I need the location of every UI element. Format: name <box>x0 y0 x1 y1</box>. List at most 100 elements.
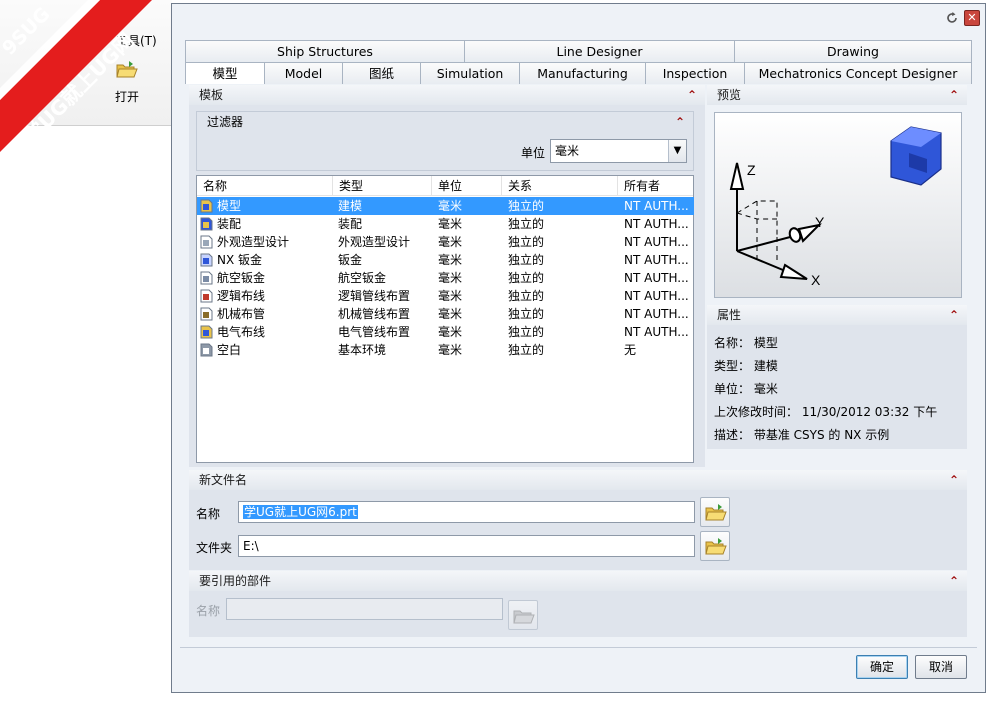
row-cell-name: 模型 <box>217 199 242 213</box>
row-cell-relation: 独立的 <box>508 217 545 231</box>
row-cell-type: 逻辑管线布置 <box>338 289 411 303</box>
open-folder-icon <box>705 504 727 521</box>
blank-icon <box>200 343 213 357</box>
browse-name-button[interactable] <box>700 497 730 527</box>
table-row[interactable]: 空白 基本环境 毫米 独立的 无 <box>197 341 694 359</box>
axis-x-label: X <box>811 272 821 288</box>
row-cell-owner: NT AUTH... <box>624 217 689 231</box>
row-cell-type: 外观造型设计 <box>338 235 411 249</box>
prop-description: 描述： 带基准 CSYS 的 NX 示例 <box>714 428 890 442</box>
row-cell-unit: 毫米 <box>438 289 463 303</box>
table-row[interactable]: 航空钣金 航空钣金 毫米 独立的 NT AUTH... <box>197 269 694 287</box>
collapse-chevron-icon[interactable]: ⌃ <box>949 85 959 105</box>
row-cell-name: NX 钣金 <box>217 253 263 267</box>
filter-group: 过滤器 ⌃ 单位 毫米 ▼ <box>196 111 694 171</box>
table-row[interactable]: NX 钣金 钣金 毫米 独立的 NT AUTH... <box>197 251 694 269</box>
tab-model[interactable]: Model <box>264 62 343 84</box>
row-cell-owner: NT AUTH... <box>624 199 689 213</box>
logical-routing-icon <box>200 289 213 303</box>
row-cell-unit: 毫米 <box>438 217 463 231</box>
table-row[interactable]: 逻辑布线 逻辑管线布置 毫米 独立的 NT AUTH... <box>197 287 694 305</box>
templates-title: 模板 <box>199 88 224 102</box>
tab-manufacturing[interactable]: Manufacturing <box>519 62 646 84</box>
assembly-icon <box>200 217 213 231</box>
csys-axes <box>729 162 823 280</box>
row-cell-relation: 独立的 <box>508 199 545 213</box>
folder-value: E:\ <box>243 539 259 553</box>
row-cell-owner: NT AUTH... <box>624 235 689 249</box>
mechanical-routing-icon <box>200 307 213 321</box>
filter-title: 过滤器 <box>207 115 244 129</box>
collapse-chevron-icon[interactable]: ⌃ <box>949 470 959 490</box>
row-cell-relation: 独立的 <box>508 343 545 357</box>
table-row[interactable]: 外观造型设计 外观造型设计 毫米 独立的 NT AUTH... <box>197 233 694 251</box>
collapse-chevron-icon[interactable]: ⌃ <box>675 112 685 132</box>
referenced-name-input <box>226 598 503 620</box>
column-header-type[interactable]: 类型 <box>333 176 432 196</box>
row-cell-owner: NT AUTH... <box>624 307 689 321</box>
folder-label: 文件夹 <box>196 541 233 555</box>
tab-ship-structures[interactable]: Ship Structures <box>185 40 465 62</box>
row-cell-name: 外观造型设计 <box>217 235 290 249</box>
ok-button[interactable]: 确定 <box>856 655 908 679</box>
collapse-chevron-icon[interactable]: ⌃ <box>949 305 959 325</box>
row-cell-unit: 毫米 <box>438 343 463 357</box>
tab-line-designer[interactable]: Line Designer <box>464 40 735 62</box>
shape-studio-icon <box>200 235 213 249</box>
templates-header[interactable]: 模板 ⌃ <box>189 85 705 105</box>
csys-preview-graphic: Z Y X <box>729 126 942 288</box>
file-name-input[interactable]: 学UG就上UG网6.prt <box>238 501 695 523</box>
collapse-chevron-icon[interactable]: ⌃ <box>949 571 959 591</box>
row-cell-unit: 毫米 <box>438 199 463 213</box>
model-icon <box>200 199 213 213</box>
preview-image: Z Y X <box>714 112 962 298</box>
row-cell-owner: NT AUTH... <box>624 253 689 267</box>
template-list[interactable]: 名称 类型 单位 关系 所有者 模型 建模 毫米 独立的 NT AUTH... 装配 装配毫… <box>196 175 694 463</box>
table-row[interactable]: 机械布管 机械管线布置 毫米 独立的 NT AUTH... <box>197 305 694 323</box>
new-file-title: 新文件名 <box>199 473 248 487</box>
browse-referenced-button <box>508 600 538 630</box>
row-cell-name: 装配 <box>217 217 242 231</box>
tab-inspection[interactable]: Inspection <box>645 62 745 84</box>
unit-select[interactable]: 毫米 ▼ <box>550 139 687 163</box>
row-cell-relation: 独立的 <box>508 235 545 249</box>
preview-title: 预览 <box>717 88 742 102</box>
sheet-metal-icon <box>200 253 213 267</box>
column-header-relation[interactable]: 关系 <box>502 176 618 196</box>
chevron-down-icon[interactable]: ▼ <box>668 140 686 162</box>
row-cell-name: 机械布管 <box>217 307 266 321</box>
tab-simulation[interactable]: Simulation <box>420 62 520 84</box>
table-row[interactable]: 装配 装配 毫米 独立的 NT AUTH... <box>197 215 694 233</box>
filter-header[interactable]: 过滤器 ⌃ <box>197 112 693 132</box>
tab-mechatronics[interactable]: Mechatronics Concept Designer <box>744 62 972 84</box>
column-header-owner[interactable]: 所有者 <box>618 176 694 196</box>
aero-sheet-metal-icon <box>200 271 213 285</box>
row-cell-type: 航空钣金 <box>338 271 387 285</box>
row-cell-type: 电气管线布置 <box>338 325 411 339</box>
collapse-chevron-icon[interactable]: ⌃ <box>687 85 697 105</box>
browse-folder-button[interactable] <box>700 531 730 561</box>
column-header-name[interactable]: 名称 <box>197 176 333 196</box>
cancel-button[interactable]: 取消 <box>915 655 967 679</box>
preview-header[interactable]: 预览 ⌃ <box>707 85 967 105</box>
row-cell-type: 建模 <box>338 199 363 213</box>
referenced-part-header[interactable]: 要引用的部件 ⌃ <box>189 571 967 591</box>
row-cell-unit: 毫米 <box>438 307 463 321</box>
folder-input[interactable]: E:\ <box>238 535 695 557</box>
row-cell-type: 装配 <box>338 217 363 231</box>
row-cell-unit: 毫米 <box>438 271 463 285</box>
close-button[interactable]: ✕ <box>964 10 980 26</box>
properties-header[interactable]: 属性 ⌃ <box>707 305 967 325</box>
row-cell-relation: 独立的 <box>508 253 545 267</box>
table-row[interactable]: 电气布线 电气管线布置 毫米 独立的 NT AUTH... <box>197 323 694 341</box>
tab-drawing[interactable]: Drawing <box>734 40 972 62</box>
row-cell-relation: 独立的 <box>508 325 545 339</box>
tab-drawing-cn[interactable]: 图纸 <box>342 62 421 84</box>
table-row[interactable]: 模型 建模 毫米 独立的 NT AUTH... <box>197 197 694 215</box>
tab-model-cn[interactable]: 模型 <box>185 62 265 84</box>
row-cell-owner: NT AUTH... <box>624 325 689 339</box>
axis-y-label: Y <box>815 214 825 230</box>
reset-icon[interactable] <box>944 10 960 26</box>
column-header-unit[interactable]: 单位 <box>432 176 502 196</box>
new-file-header[interactable]: 新文件名 ⌃ <box>189 470 967 490</box>
